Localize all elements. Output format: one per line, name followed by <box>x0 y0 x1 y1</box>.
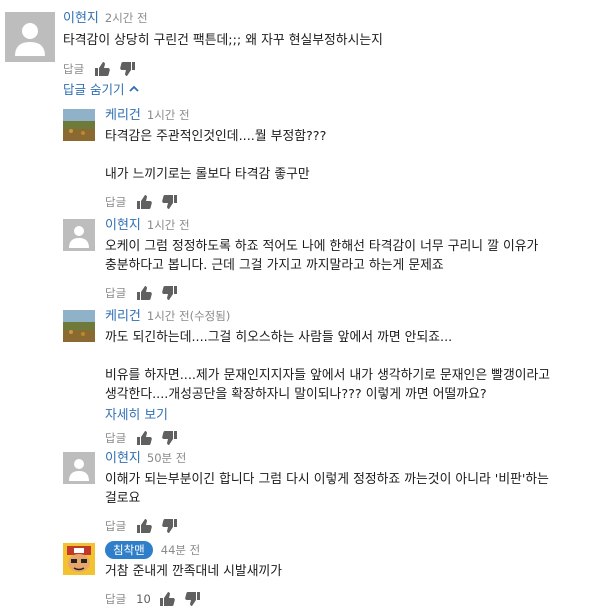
comment-text: 까도 되긴하는데....그걸 히오스하는 사람들 앞에서 까면 안되죠... 비… <box>105 330 551 402</box>
reply-item: 이현지 50분 전 이해가 되는부분이긴 합니다 그럼 다시 이렇게 정정하죠 까… <box>63 450 603 535</box>
comment-meta: 이현지 1시간 전 <box>105 217 600 234</box>
comment-author[interactable]: 케리건 <box>105 108 141 123</box>
comment-text: 거참 준내게 깐족대네 시발새끼가 <box>105 564 283 579</box>
thumbs-down-icon[interactable] <box>120 61 136 77</box>
read-more-link[interactable]: 자세히 보기 <box>105 404 600 423</box>
reply-button[interactable]: 답글 <box>105 285 126 301</box>
comment-time[interactable]: 1시간 전 <box>147 218 190 232</box>
comment-thread: 이현지 2시간 전 타격감이 상당히 구린건 팩튼데;;; 왜 자꾸 현실부정하시… <box>0 0 610 615</box>
thumbs-down-icon[interactable] <box>162 518 178 534</box>
comment-meta: 케리건 1시간 전(수정됨) <box>105 308 600 325</box>
thumbs-up-icon[interactable] <box>136 285 152 301</box>
comment-text: 오케이 그럼 정정하도록 하죠 적어도 나에 한해선 타격감이 너무 구리니 깔… <box>105 239 539 273</box>
comment-actions: 답글 <box>105 517 600 535</box>
reply-item: 케리건 1시간 전(수정됨) 까도 되긴하는데....그걸 히오스하는 사람들 앞… <box>63 308 603 445</box>
comment-actions: 답글 <box>105 429 600 447</box>
thumbs-up-icon[interactable] <box>159 591 175 607</box>
reply-button[interactable]: 답글 <box>63 61 84 77</box>
thumbs-down-icon[interactable] <box>162 285 178 301</box>
reply-button[interactable]: 답글 <box>105 430 126 446</box>
comment-actions: 답글 <box>105 284 600 302</box>
thumbs-down-icon[interactable] <box>184 591 201 607</box>
avatar[interactable] <box>63 310 95 342</box>
comment-text: 타격감이 상당히 구린건 팩튼데;;; 왜 자꾸 현실부정하시는지 <box>63 33 383 48</box>
thumbs-up-icon[interactable] <box>136 430 152 446</box>
comment-author[interactable]: 이현지 <box>63 11 99 26</box>
thumbs-down-icon[interactable] <box>162 430 178 446</box>
channel-owner-badge[interactable]: 침착맨 <box>105 541 153 559</box>
comment-meta: 이현지 2시간 전 <box>63 10 593 27</box>
thumbs-down-icon[interactable] <box>162 194 178 210</box>
comment-top: 이현지 2시간 전 타격감이 상당히 구린건 팩튼데;;; 왜 자꾸 현실부정하시… <box>5 10 605 76</box>
reply-item: 이현지 1시간 전 오케이 그럼 정정하도록 하죠 적어도 나에 한해선 타격감이… <box>63 217 603 300</box>
thumbs-up-icon[interactable] <box>94 61 110 77</box>
comment-author[interactable]: 이현지 <box>105 451 141 466</box>
comment-author[interactable]: 케리건 <box>105 309 141 324</box>
comment-meta: 이현지 50분 전 <box>105 450 600 467</box>
comment-time[interactable]: 1시간 전(수정됨) <box>147 309 230 323</box>
hide-replies-label: 답글 숨기기 <box>63 82 125 97</box>
comment-text: 타격감은 주관적인것인데....뭘 부정함??? 내가 느끼기로는 롤보다 타격… <box>105 129 327 182</box>
comment-meta: 케리건 1시간 전 <box>105 107 595 124</box>
reply-button[interactable]: 답글 <box>105 591 126 607</box>
comment-time[interactable]: 2시간 전 <box>105 11 148 25</box>
like-count: 10 <box>136 592 151 606</box>
reply-button[interactable]: 답글 <box>105 194 126 210</box>
comment-time[interactable]: 1시간 전 <box>147 108 190 122</box>
reply-button[interactable]: 답글 <box>105 518 126 534</box>
comment-actions: 답글 <box>105 193 595 211</box>
avatar[interactable] <box>63 543 95 575</box>
reply-item: 침착맨 44분 전 거참 준내게 깐족대네 시발새끼가 답글 10 <box>63 541 603 611</box>
hide-replies-toggle[interactable]: 답글 숨기기 <box>63 79 140 98</box>
avatar[interactable] <box>63 109 95 141</box>
comment-actions: 답글 <box>63 60 593 78</box>
thumbs-up-icon[interactable] <box>136 194 152 210</box>
thumbs-up-icon[interactable] <box>136 518 152 534</box>
comment-meta: 침착맨 44분 전 <box>105 541 600 559</box>
comment-time[interactable]: 44분 전 <box>161 543 200 557</box>
avatar[interactable] <box>63 452 95 484</box>
comment-author[interactable]: 이현지 <box>105 218 141 233</box>
reply-item: 케리건 1시간 전 타격감은 주관적인것인데....뭘 부정함??? 내가 느끼기… <box>63 107 603 209</box>
chevron-up-icon <box>129 84 140 94</box>
comment-time[interactable]: 50분 전 <box>147 451 186 465</box>
comment-actions: 답글 10 <box>105 590 600 608</box>
avatar[interactable] <box>63 219 95 251</box>
comment-text: 이해가 되는부분이긴 합니다 그럼 다시 이렇게 정정하죠 까는것이 아니라 '… <box>105 472 549 506</box>
avatar[interactable] <box>5 12 55 62</box>
